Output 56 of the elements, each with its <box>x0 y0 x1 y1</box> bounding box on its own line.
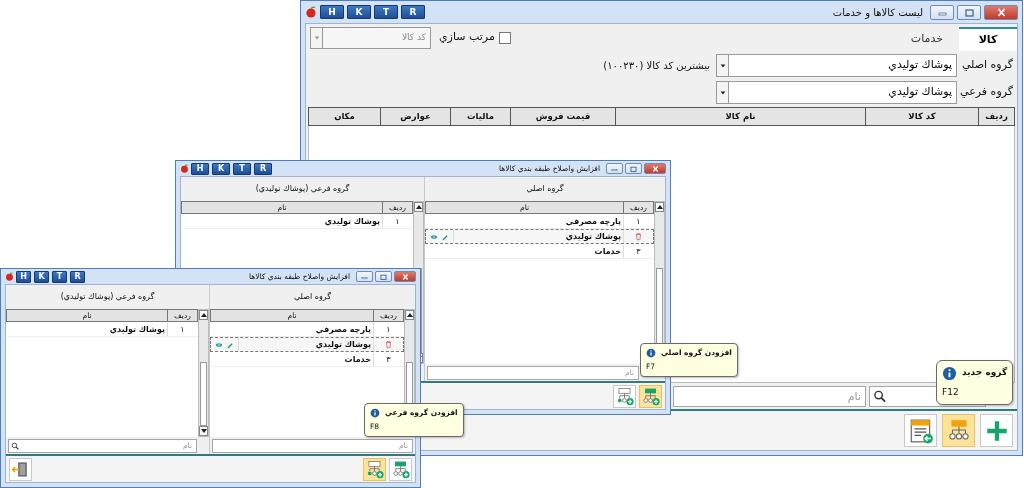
table-cell-text: خدمات <box>594 245 622 258</box>
table-row[interactable]: پوشاك توليدي <box>210 337 404 352</box>
table-cell: ۱ <box>382 215 412 228</box>
table-cell: ۱ <box>373 323 403 336</box>
column-header: كد كالا <box>865 108 978 125</box>
table-row[interactable]: ۳ خدمات <box>425 244 654 259</box>
table-cell-text: پوشاك توليدي <box>109 323 166 336</box>
title-bar-button[interactable]: T <box>233 162 251 175</box>
code-dropdown[interactable]: كد كالا <box>323 26 431 49</box>
table-row[interactable]: پوشاك توليدي <box>425 229 654 244</box>
table-cell-text: پوشاك توليدي <box>565 230 622 243</box>
table-row[interactable]: ۱ پوشاك توليدي <box>6 322 198 337</box>
tab[interactable]: كالا <box>959 27 1017 51</box>
column-header: رديف <box>978 108 1014 125</box>
pane-title: گروه اصلي <box>526 183 564 195</box>
pane-title: گروه اصلي <box>293 291 332 303</box>
group-dropdown[interactable]: پوشاك توليدي <box>729 54 957 77</box>
table-cell-text: پارچه مصرفي <box>315 323 372 336</box>
table-row[interactable]: ۱ پوشاك توليدي <box>181 214 413 229</box>
table-cell-text: پوشاك توليدي <box>315 338 372 351</box>
table-cell-text: پوشاك توليدي <box>324 215 381 228</box>
title-bar-button[interactable]: H <box>191 162 209 175</box>
table-cell: ۱ <box>167 323 197 336</box>
name-field[interactable]: نام <box>673 385 866 407</box>
title-bar-button[interactable]: R <box>254 162 272 175</box>
field-label: گروه فرعي <box>959 84 1014 101</box>
table-cell-text: پارچه مصرفي <box>565 215 622 228</box>
title-bar-button[interactable]: K <box>212 162 230 175</box>
table-cell: ۳ <box>373 353 403 366</box>
tab[interactable]: خدمات <box>894 27 959 51</box>
window-title: ليست كالاها و خدمات <box>832 5 924 20</box>
column-header: ماليات <box>450 108 510 125</box>
title-bar-button[interactable]: R <box>401 5 425 19</box>
tooltip-title: گروه جديد <box>962 366 1008 380</box>
title-bar-button[interactable]: R <box>70 270 85 283</box>
title-bar-button[interactable]: H <box>16 270 31 283</box>
column-header: قيمت فروش <box>510 108 615 125</box>
title-bar-button[interactable]: H <box>320 5 344 19</box>
max-code-text: بيشترين كد كالا (۱۰۰۲۳۰) <box>603 59 710 73</box>
shortcut-text: F12 <box>942 385 960 399</box>
table-cell: ۱ <box>623 215 653 228</box>
column-header: عوارض <box>380 108 450 125</box>
pane-title: گروه فرعي (پوشاك توليدي) <box>60 291 155 303</box>
table-cell-text: خدمات <box>344 353 372 366</box>
checkbox-label: مرتب سازي <box>439 29 495 46</box>
column-header: مكان <box>333 110 356 124</box>
pane-title: گروه فرعي (پوشاك توليدي) <box>255 183 350 195</box>
group-dropdown[interactable]: پوشاك توليدي <box>729 81 957 104</box>
title-bar-button[interactable]: K <box>34 270 49 283</box>
table-cell: ۳ <box>623 245 653 258</box>
title-bar-button[interactable]: K <box>347 5 371 19</box>
column-header: نام كالا <box>615 108 865 125</box>
field-label: گروه اصلي <box>960 57 1014 74</box>
table-row[interactable]: ۳ خدمات <box>210 352 404 367</box>
title-bar-button[interactable]: T <box>52 270 67 283</box>
title-bar-button[interactable]: T <box>374 5 398 19</box>
